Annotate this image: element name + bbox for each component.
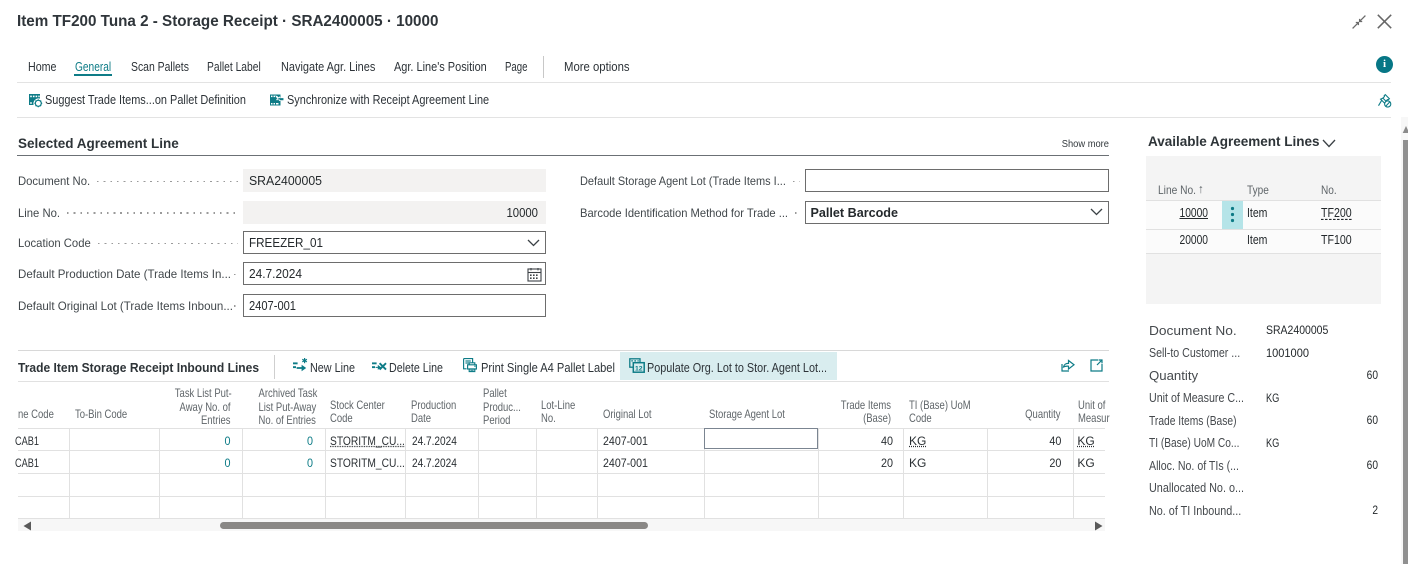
svg-text:12: 12 (635, 365, 643, 372)
